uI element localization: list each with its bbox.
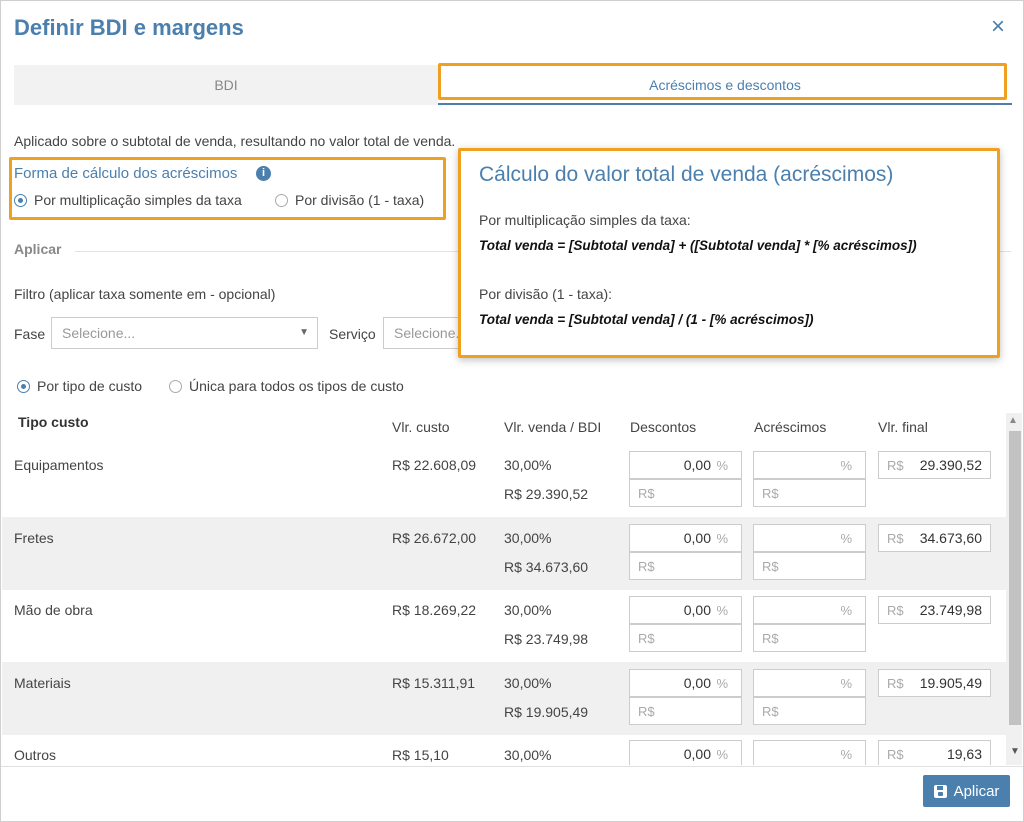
tab-bar: BDI Acréscimos e descontos bbox=[14, 65, 1012, 105]
fase-select[interactable]: Selecione... ▼ bbox=[51, 317, 318, 349]
footer-divider bbox=[1, 766, 1023, 767]
info-icon[interactable]: i bbox=[256, 166, 271, 181]
scrollbar-thumb[interactable] bbox=[1009, 431, 1021, 725]
filtro-label: Filtro (aplicar taxa somente em - opcion… bbox=[14, 286, 276, 302]
acrescimo-currency-input[interactable]: R$ bbox=[753, 552, 866, 580]
popover-div-formula: Total venda = [Subtotal venda] / (1 - [%… bbox=[479, 312, 814, 327]
desconto-percent-input[interactable]: 0,00% bbox=[629, 451, 742, 479]
tab-acrescimos-descontos[interactable]: Acréscimos e descontos bbox=[438, 65, 1012, 105]
acrescimo-percent-input[interactable]: % bbox=[753, 524, 866, 552]
desconto-percent-input[interactable]: 0,00% bbox=[629, 669, 742, 697]
fase-select-placeholder: Selecione... bbox=[62, 325, 136, 341]
row-bdi: 30,00% bbox=[504, 602, 552, 618]
radio-divisao[interactable]: Por divisão (1 - taxa) bbox=[275, 192, 424, 208]
aplicar-button[interactable]: Aplicar bbox=[923, 775, 1010, 807]
radio-multiplicacao-label: Por multiplicação simples da taxa bbox=[34, 192, 242, 208]
row-venda: R$ 23.749,98 bbox=[504, 631, 589, 647]
acrescimo-percent-input[interactable]: % bbox=[753, 669, 866, 697]
acrescimo-percent-input[interactable]: % bbox=[753, 740, 866, 765]
acrescimo-percent-input[interactable]: % bbox=[753, 596, 866, 624]
radio-por-tipo-label: Por tipo de custo bbox=[37, 378, 143, 394]
aplicar-section-title: Aplicar bbox=[14, 241, 62, 257]
row-bdi: 30,00% bbox=[504, 457, 552, 473]
servico-label: Serviço bbox=[329, 326, 376, 342]
radio-divisao-label: Por divisão (1 - taxa) bbox=[295, 192, 425, 208]
aplicar-button-label: Aplicar bbox=[953, 782, 1000, 800]
row-custo: R$ 22.608,09 bbox=[392, 457, 477, 473]
radio-multiplicacao[interactable]: Por multiplicação simples da taxa bbox=[14, 192, 242, 208]
fase-label: Fase bbox=[14, 326, 46, 342]
row-custo: R$ 15,10 bbox=[392, 747, 449, 763]
desconto-percent-input[interactable]: 0,00% bbox=[629, 596, 742, 624]
row-custo: R$ 15.311,91 bbox=[392, 675, 476, 691]
dialog-title: Definir BDI e margens bbox=[14, 15, 244, 40]
vlr-final-input[interactable]: R$ 19,63 bbox=[878, 740, 991, 765]
popover-title: Cálculo do valor total de venda (acrésci… bbox=[479, 163, 894, 186]
row-custo: R$ 26.672,00 bbox=[392, 530, 477, 546]
radio-multiplicacao-indicator[interactable] bbox=[14, 193, 27, 207]
row-tipo: Fretes bbox=[14, 530, 54, 546]
popover-mult-formula: Total venda = [Subtotal venda] + ([Subto… bbox=[479, 238, 917, 253]
radio-divisao-indicator[interactable] bbox=[275, 193, 288, 207]
desconto-percent-input[interactable]: 0,00% bbox=[629, 740, 742, 765]
row-bdi: 30,00% bbox=[504, 747, 552, 763]
acrescimo-currency-input[interactable]: R$ bbox=[753, 697, 866, 725]
desconto-currency-input[interactable]: R$ bbox=[629, 697, 742, 725]
row-venda: R$ 34.673,60 bbox=[504, 559, 589, 575]
radio-por-tipo[interactable]: Por tipo de custo bbox=[17, 378, 142, 394]
bdi-dialog: Definir BDI e margens × BDI Acréscimos e… bbox=[0, 0, 1024, 822]
header-vlr-venda: Vlr. venda / BDI bbox=[504, 419, 602, 435]
desconto-currency-input[interactable]: R$ bbox=[629, 479, 742, 507]
acrescimo-currency-input[interactable]: R$ bbox=[753, 624, 866, 652]
row-custo: R$ 18.269,22 bbox=[392, 602, 477, 618]
servico-select-placeholder: Selecione... bbox=[394, 325, 468, 341]
popover-mult-label: Por multiplicação simples da taxa: bbox=[479, 212, 691, 228]
acrescimo-currency-input[interactable]: R$ bbox=[753, 479, 866, 507]
row-tipo: Outros bbox=[14, 747, 57, 763]
forma-calculo-label: Forma de cálculo dos acréscimos bbox=[14, 165, 238, 182]
header-tipo-custo: Tipo custo bbox=[18, 414, 89, 430]
desconto-currency-input[interactable]: R$ bbox=[629, 624, 742, 652]
row-venda: R$ 29.390,52 bbox=[504, 486, 589, 502]
close-icon[interactable]: × bbox=[991, 15, 1005, 39]
acrescimo-percent-input[interactable]: % bbox=[753, 451, 866, 479]
row-bdi: 30,00% bbox=[504, 530, 552, 546]
radio-unica-label: Única para todos os tipos de custo bbox=[189, 378, 404, 394]
radio-unica[interactable]: Única para todos os tipos de custo bbox=[169, 378, 404, 394]
scroll-down-icon[interactable]: ▼ bbox=[1010, 746, 1020, 757]
desconto-currency-input[interactable]: R$ bbox=[629, 552, 742, 580]
row-tipo: Mão de obra bbox=[14, 602, 93, 618]
row-venda: R$ 19.905,49 bbox=[504, 704, 589, 720]
vlr-final-input[interactable]: R$ 23.749,98 bbox=[878, 596, 991, 624]
row-tipo: Equipamentos bbox=[14, 457, 104, 473]
vlr-final-input[interactable]: R$ 19.905,49 bbox=[878, 669, 991, 697]
description-text: Aplicado sobre o subtotal de venda, resu… bbox=[14, 133, 456, 149]
chevron-down-icon: ▼ bbox=[299, 327, 309, 338]
tab-bdi[interactable]: BDI bbox=[14, 65, 438, 105]
vlr-final-input[interactable]: R$ 29.390,52 bbox=[878, 451, 991, 479]
desconto-percent-input[interactable]: 0,00% bbox=[629, 524, 742, 552]
radio-unica-indicator[interactable] bbox=[169, 379, 182, 393]
header-vlr-final: Vlr. final bbox=[878, 419, 928, 435]
popover-div-label: Por divisão (1 - taxa): bbox=[479, 286, 613, 302]
row-tipo: Materiais bbox=[14, 675, 71, 691]
radio-por-tipo-indicator[interactable] bbox=[17, 379, 30, 393]
header-vlr-custo: Vlr. custo bbox=[392, 419, 450, 435]
vlr-final-input[interactable]: R$ 34.673,60 bbox=[878, 524, 991, 552]
row-bdi: 30,00% bbox=[504, 675, 552, 691]
header-acrescimos: Acréscimos bbox=[754, 419, 827, 435]
save-icon bbox=[933, 784, 947, 798]
header-descontos: Descontos bbox=[630, 419, 697, 435]
scroll-up-icon[interactable]: ▲ bbox=[1008, 415, 1018, 426]
